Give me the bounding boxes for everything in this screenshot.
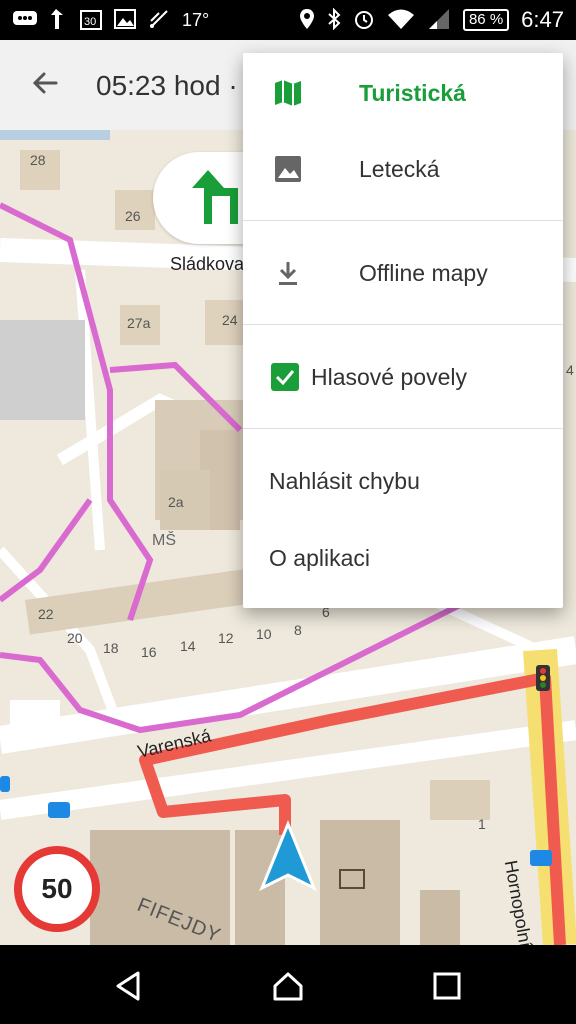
house-number: 8	[294, 622, 302, 638]
menu-divider	[243, 324, 563, 325]
cell-signal-icon	[427, 8, 451, 33]
svg-text:30: 30	[84, 16, 96, 28]
overflow-menu: Turistická Letecká Offline mapy Hlasové …	[243, 53, 563, 608]
house-number: 16	[141, 644, 157, 660]
calendar-icon: 30	[80, 8, 102, 33]
house-number: 28	[30, 152, 46, 168]
wifi-icon	[387, 8, 415, 33]
house-number: 2a	[168, 494, 184, 510]
house-number: 27a	[127, 315, 151, 331]
house-number: 10	[256, 626, 272, 642]
house-number: 24	[222, 312, 238, 328]
nav-recents-icon[interactable]	[430, 969, 464, 1003]
turn-left-arrow-icon	[192, 170, 238, 224]
location-icon	[299, 8, 315, 33]
street-label-sladkova: Sládkova	[170, 254, 245, 274]
nav-back-icon[interactable]	[112, 969, 146, 1003]
bluetooth-icon	[327, 7, 341, 33]
house-number: 20	[67, 630, 83, 646]
image-icon	[271, 152, 305, 186]
house-number: 14	[180, 638, 196, 654]
menu-item-nahlasit-chybu[interactable]: Nahlásit chybu	[243, 459, 563, 503]
signal-wave-icon	[148, 8, 170, 33]
menu-item-hlasove-povely[interactable]: Hlasové povely	[243, 355, 563, 399]
turn-left-icon	[50, 7, 68, 34]
house-number: 18	[103, 640, 119, 656]
speed-limit-sign: 50	[14, 846, 100, 932]
alarm-icon	[353, 8, 375, 33]
map-icon	[271, 76, 305, 110]
school-label: MŠ	[152, 532, 176, 549]
status-bar: 30 17° 86 % 6:47	[0, 0, 576, 40]
gallery-icon	[114, 8, 136, 32]
clock: 6:47	[521, 7, 564, 32]
download-icon	[271, 256, 305, 290]
eta-text: 05:23 hod ·	[96, 70, 238, 101]
house-number: 4	[566, 362, 574, 378]
menu-item-o-aplikaci[interactable]: O aplikaci	[243, 536, 563, 580]
house-number: 22	[38, 606, 54, 622]
house-number: 1	[478, 816, 486, 832]
menu-divider	[243, 428, 563, 429]
nav-home-icon[interactable]	[271, 969, 305, 1003]
temperature-text: 17°	[182, 10, 210, 30]
house-number: 12	[218, 630, 234, 646]
battery-indicator: 86 %	[462, 9, 510, 31]
chat-icon	[12, 9, 38, 32]
house-number: 26	[125, 208, 141, 224]
menu-item-offline-mapy[interactable]: Offline mapy	[243, 251, 563, 295]
menu-item-letecka[interactable]: Letecká	[243, 147, 563, 191]
back-arrow-icon[interactable]	[28, 66, 62, 100]
checkbox-checked-icon[interactable]	[271, 363, 299, 391]
system-nav-bar	[0, 945, 576, 1024]
menu-item-turisticka[interactable]: Turistická	[243, 71, 563, 115]
menu-divider	[243, 220, 563, 221]
